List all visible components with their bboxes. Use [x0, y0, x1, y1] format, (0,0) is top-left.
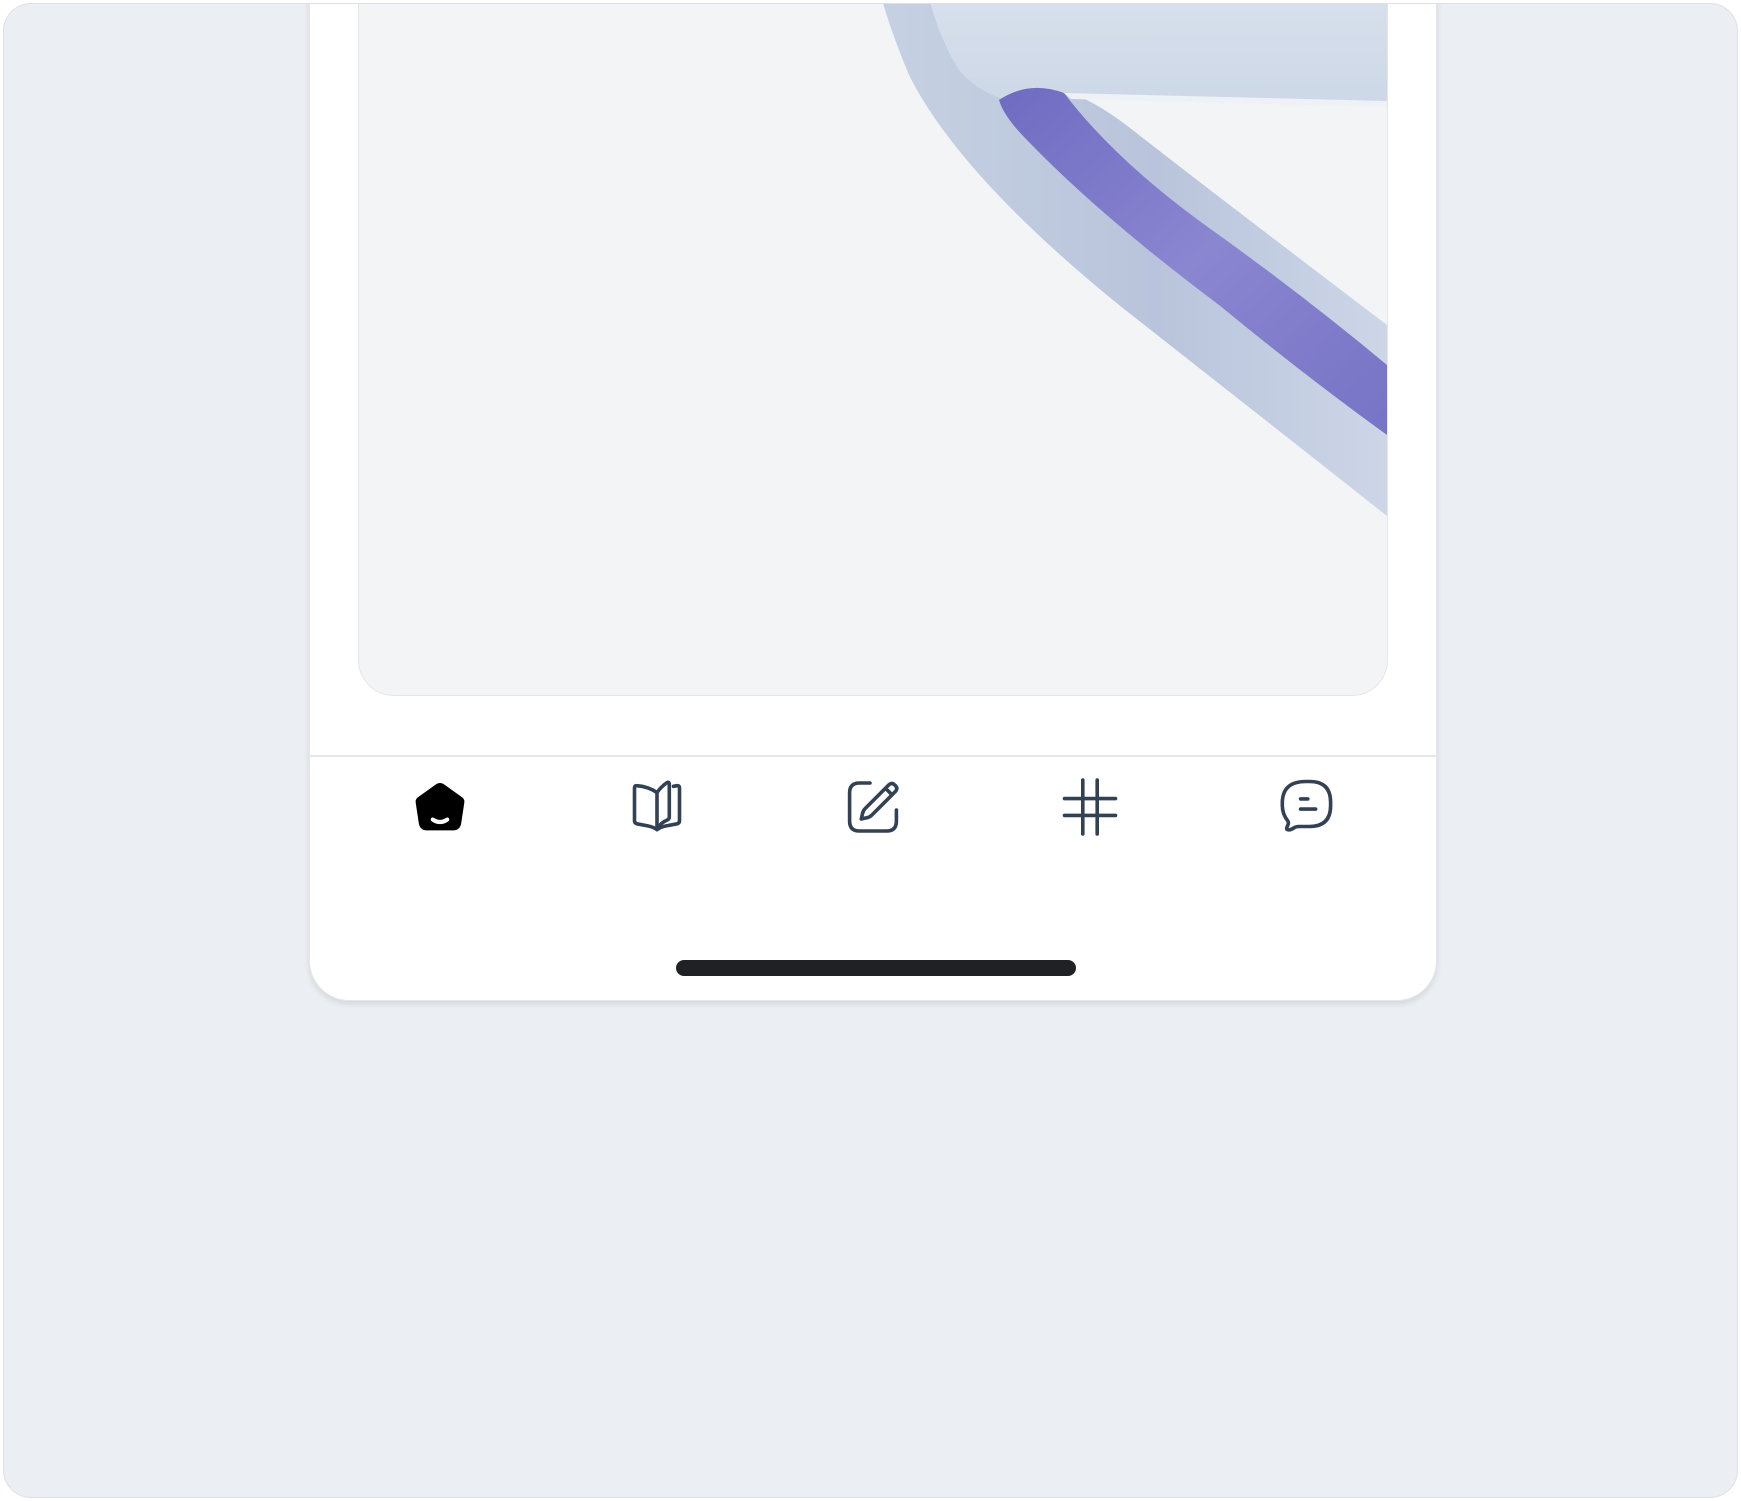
- chat-bubble-icon: [1280, 779, 1333, 832]
- hashtag-icon: [1062, 778, 1117, 836]
- edit-square-icon: [847, 781, 899, 833]
- canvas-background: [3, 3, 1738, 1498]
- tab-home[interactable]: [375, 757, 505, 857]
- abstract-3d-ribbon-image: [883, 4, 1387, 516]
- open-book-icon: [632, 780, 681, 832]
- tab-messages[interactable]: [1241, 757, 1371, 857]
- tab-compose[interactable]: [808, 757, 938, 857]
- home-indicator-bar[interactable]: [676, 960, 1076, 976]
- hero-image-card[interactable]: [358, 4, 1388, 696]
- home-icon: [415, 783, 465, 831]
- tab-topics[interactable]: [1025, 757, 1155, 857]
- tab-library[interactable]: [592, 757, 722, 857]
- phone-screen: [309, 4, 1437, 1001]
- bottom-tab-bar: [310, 757, 1436, 907]
